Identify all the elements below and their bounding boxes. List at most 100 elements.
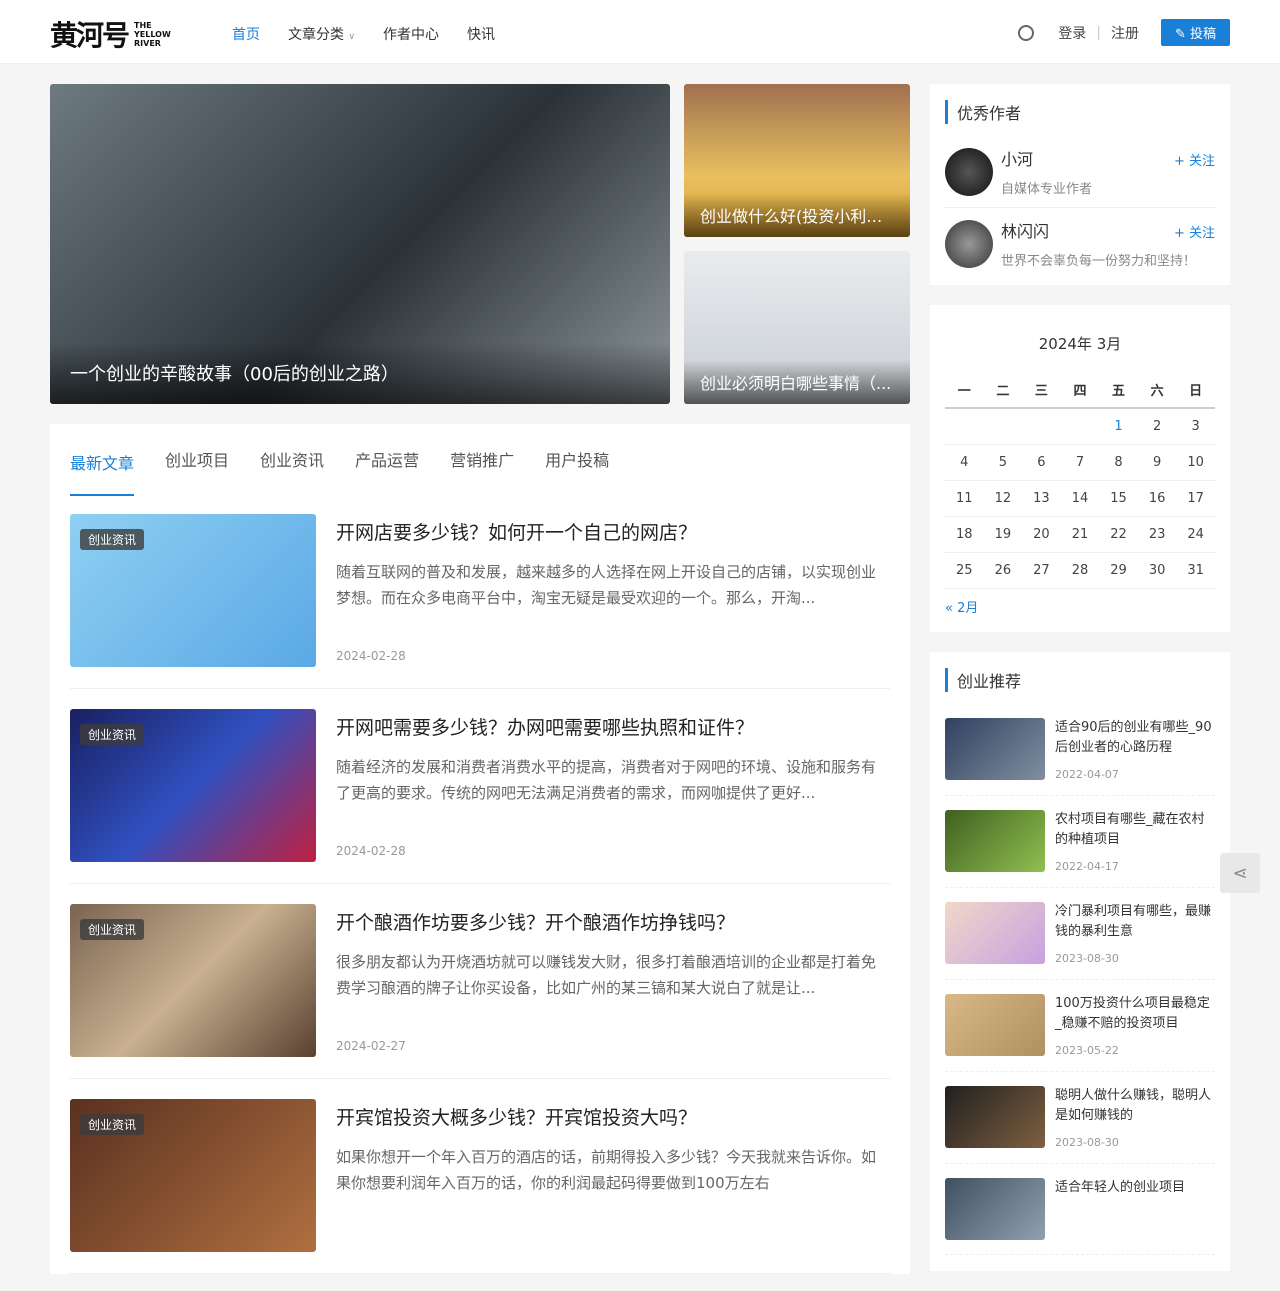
author-item[interactable]: 小河 自媒体专业作者 + 关注 — [945, 136, 1215, 207]
author-name[interactable]: 林闪闪 — [1001, 218, 1196, 242]
hero-side-2[interactable]: 创业必须明白哪些事情（... — [684, 251, 910, 404]
calendar-empty — [983, 408, 1023, 445]
author-name[interactable]: 小河 — [1001, 146, 1092, 170]
article-list: 最新文章 创业项目 创业资讯 产品运营 营销推广 用户投稿 创业资讯 开网店要多… — [50, 424, 910, 1274]
recommend-date: 2023-05-22 — [1055, 1044, 1119, 1057]
recommend-title[interactable]: 农村项目有哪些_藏在农村的种植项目 — [1055, 810, 1215, 850]
category-badge: 创业资讯 — [80, 724, 145, 745]
submit-button[interactable]: ✎ 投稿 — [1160, 19, 1230, 46]
recommend-title[interactable]: 聪明人做什么赚钱，聪明人是如何赚钱的 — [1055, 1086, 1215, 1126]
article-item[interactable]: 创业资讯 开个酿酒作坊要多少钱？开个酿酒作坊挣钱吗？ 很多朋友都认为开烧酒坊就可以… — [70, 884, 890, 1079]
tab-submissions[interactable]: 用户投稿 — [545, 433, 609, 485]
recommend-item[interactable]: 100万投资什么项目最稳定_稳赚不赔的投资项目 2023-05-22 — [945, 980, 1215, 1072]
tab-projects[interactable]: 创业项目 — [165, 433, 229, 485]
recommend-thumbnail[interactable] — [945, 902, 1045, 964]
article-item[interactable]: 创业资讯 开网吧需要多少钱？办网吧需要哪些执照和证件？ 随着经济的发展和消费者消费… — [70, 689, 890, 884]
chevron-down-icon: ∨ — [348, 32, 356, 42]
calendar-day: 31 — [1176, 552, 1215, 589]
category-badge: 创业资讯 — [80, 529, 145, 550]
recommend-thumbnail[interactable] — [945, 810, 1045, 872]
recommend-thumbnail[interactable] — [945, 1086, 1045, 1148]
calendar-day: 10 — [1176, 444, 1215, 481]
calendar-day: 3 — [1176, 408, 1215, 445]
tab-latest[interactable]: 最新文章 — [70, 436, 135, 496]
article-title[interactable]: 开网店要多少钱？如何开一个自己的网店？ — [336, 518, 890, 545]
share-icon[interactable]: ⋖ — [1220, 853, 1260, 893]
calendar-day: 20 — [1022, 516, 1061, 553]
recommend-item[interactable]: 冷门暴利项目有哪些，最赚钱的暴利生意 2023-08-30 — [945, 888, 1215, 980]
calendar-day: 27 — [1022, 552, 1061, 589]
weekday-header: 二 — [983, 372, 1023, 409]
calendar-empty — [1022, 408, 1061, 445]
logo[interactable]: 黄河号 THE YELLOW RIVER — [50, 14, 171, 54]
follow-button[interactable]: + 关注 — [1174, 150, 1215, 169]
logo-text: 黄河号 — [50, 19, 130, 52]
category-tabs: 最新文章 创业项目 创业资讯 产品运营 营销推广 用户投稿 — [70, 424, 890, 496]
category-badge: 创业资讯 — [80, 919, 145, 940]
article-title[interactable]: 开宾馆投资大概多少钱？开宾馆投资大吗？ — [336, 1103, 890, 1130]
divider: | — [1096, 24, 1101, 41]
calendar-day: 30 — [1137, 552, 1177, 589]
tab-operations[interactable]: 产品运营 — [355, 433, 419, 485]
nav-author-center[interactable]: 作者中心 — [383, 24, 439, 44]
register-link[interactable]: 注册 — [1111, 23, 1139, 43]
author-item[interactable]: 林闪闪 世界不会辜负每一份努力和坚持！ + 关注 — [945, 207, 1215, 279]
avatar[interactable] — [945, 147, 993, 196]
search-icon[interactable] — [1018, 24, 1035, 41]
section-title: 创业推荐 — [945, 668, 1215, 692]
section-title: 优秀作者 — [945, 100, 1215, 124]
recommend-item[interactable]: 聪明人做什么赚钱，聪明人是如何赚钱的 2023-08-30 — [945, 1072, 1215, 1164]
calendar-day: 13 — [1022, 480, 1061, 517]
recommend-item[interactable]: 农村项目有哪些_藏在农村的种植项目 2022-04-17 — [945, 796, 1215, 888]
calendar-day: 18 — [945, 516, 984, 553]
article-title[interactable]: 开个酿酒作坊要多少钱？开个酿酒作坊挣钱吗？ — [336, 908, 890, 935]
article-item[interactable]: 创业资讯 开网店要多少钱？如何开一个自己的网店？ 随着互联网的普及和发展，越来越多… — [70, 494, 890, 689]
recommend-title[interactable]: 适合年轻人的创业项目 — [1055, 1178, 1185, 1198]
calendar-day[interactable]: 1 — [1099, 408, 1138, 445]
tab-marketing[interactable]: 营销推广 — [450, 433, 514, 485]
recommend-item[interactable]: 适合90后的创业有哪些_90后创业者的心路历程 2022-04-07 — [945, 704, 1215, 796]
recommend-title[interactable]: 适合90后的创业有哪些_90后创业者的心路历程 — [1055, 718, 1215, 758]
nav-categories[interactable]: 文章分类 ∨ — [288, 24, 355, 44]
tab-news[interactable]: 创业资讯 — [260, 433, 324, 485]
recommend-title[interactable]: 冷门暴利项目有哪些，最赚钱的暴利生意 — [1055, 902, 1215, 942]
recommend-title[interactable]: 100万投资什么项目最稳定_稳赚不赔的投资项目 — [1055, 994, 1215, 1034]
article-excerpt: 如果你想开一个年入百万的酒店的话，前期得投入多少钱？今天我就来告诉你。如果你想要… — [336, 1148, 877, 1192]
follow-button[interactable]: + 关注 — [1174, 222, 1215, 241]
calendar-day: 24 — [1176, 516, 1215, 553]
calendar-day: 22 — [1099, 516, 1138, 553]
article-item[interactable]: 创业资讯 开宾馆投资大概多少钱？开宾馆投资大吗？ 如果你想开一个年入百万的酒店的话… — [70, 1079, 890, 1274]
weekday-header: 三 — [1022, 372, 1061, 409]
main-nav: 首页 文章分类 ∨ 作者中心 快讯 — [232, 24, 495, 44]
article-thumbnail[interactable]: 创业资讯 — [70, 1099, 316, 1252]
calendar-day: 2 — [1137, 408, 1177, 445]
recommend-date: 2022-04-17 — [1055, 860, 1119, 873]
article-thumbnail[interactable]: 创业资讯 — [70, 514, 316, 667]
recommend-thumbnail[interactable] — [945, 1178, 1045, 1240]
article-thumbnail[interactable]: 创业资讯 — [70, 904, 316, 1057]
article-date: 2024-02-28 — [336, 649, 406, 663]
recommend-date: 2023-08-30 — [1055, 1136, 1119, 1149]
article-excerpt: 随着经济的发展和消费者消费水平的提高，消费者对于网吧的环境、设施和服务有了更高的… — [336, 758, 877, 802]
hero-side-1[interactable]: 创业做什么好(投资小利润... — [684, 84, 910, 237]
nav-news[interactable]: 快讯 — [467, 24, 495, 44]
recommend-thumbnail[interactable] — [945, 718, 1045, 780]
category-badge: 创业资讯 — [80, 1114, 145, 1135]
nav-home[interactable]: 首页 — [232, 24, 260, 44]
weekday-header: 六 — [1137, 372, 1177, 409]
avatar[interactable] — [945, 219, 993, 268]
recommend-date: 2023-08-30 — [1055, 952, 1119, 965]
calendar-day: 15 — [1099, 480, 1138, 517]
article-thumbnail[interactable]: 创业资讯 — [70, 709, 316, 862]
prev-month-link[interactable]: « 2月 — [945, 597, 1215, 616]
login-link[interactable]: 登录 — [1058, 23, 1086, 43]
hero-caption: 创业必须明白哪些事情（... — [684, 360, 910, 404]
article-title[interactable]: 开网吧需要多少钱？办网吧需要哪些执照和证件？ — [336, 713, 890, 740]
article-date: 2024-02-28 — [336, 844, 406, 858]
calendar-title: 2024年 3月 — [1038, 335, 1122, 353]
recommend-thumbnail[interactable] — [945, 994, 1045, 1056]
weekday-header: 四 — [1060, 372, 1100, 409]
calendar-day: 4 — [945, 444, 984, 481]
recommend-item[interactable]: 适合年轻人的创业项目 — [945, 1164, 1215, 1255]
hero-main[interactable]: 一个创业的辛酸故事（00后的创业之路） — [50, 84, 670, 404]
